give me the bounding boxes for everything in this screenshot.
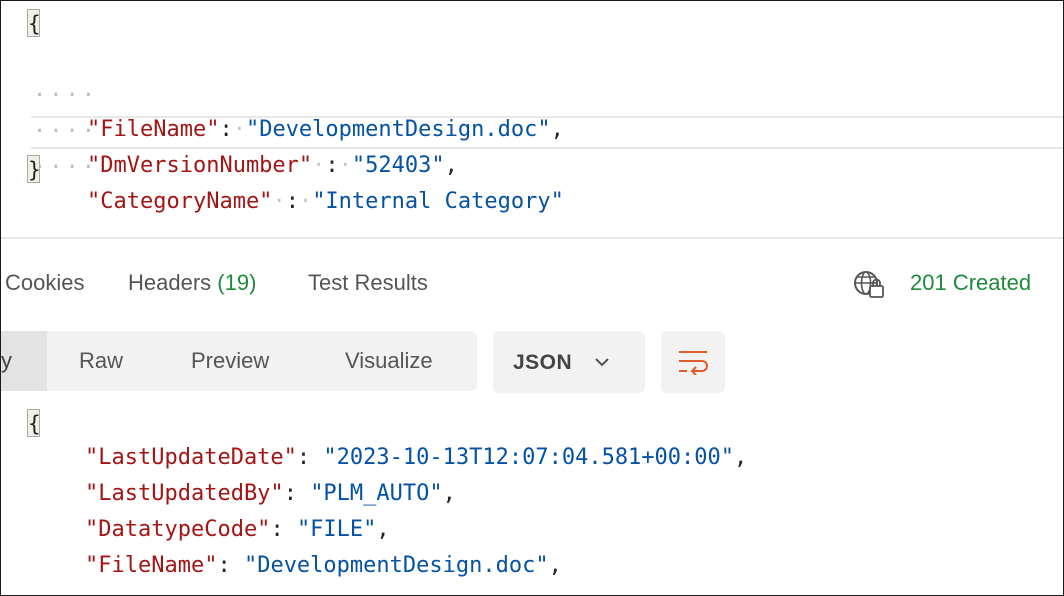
tab-headers-label: Headers (128, 270, 212, 295)
json-key: "LastUpdateDate" (85, 445, 297, 470)
open-brace-marker: { (27, 9, 41, 37)
response-line: "LastUpdateDate": "2023-10-13T12:07:04.5… (85, 445, 748, 470)
json-value: "Internal Category" (312, 189, 564, 214)
json-value: "2023-10-13T12:07:04.581+00:00" (323, 445, 735, 470)
wrap-lines-button[interactable] (661, 331, 725, 393)
globe-lock-icon[interactable] (852, 269, 884, 299)
indent-guide: ···· (33, 155, 98, 180)
view-mode-segmented-control: y Raw Preview Visualize (1, 331, 477, 391)
response-line: "DatatypeCode": "FILE", (85, 517, 390, 542)
view-mode-preview[interactable]: Preview (191, 347, 269, 375)
format-select[interactable]: JSON (493, 331, 645, 393)
json-value: "FILE" (296, 517, 377, 542)
json-key: "CategoryName" (87, 189, 273, 214)
wrap-lines-icon (679, 351, 708, 375)
view-mode-visualize[interactable]: Visualize (345, 347, 433, 375)
response-line: "LastUpdatedBy": "PLM_AUTO", (85, 481, 456, 506)
tab-headers[interactable]: Headers (19) (128, 269, 256, 297)
json-value: "PLM_AUTO" (310, 481, 443, 506)
view-mode-pretty-label: y (1, 348, 12, 373)
format-select-value: JSON (513, 351, 573, 374)
json-value: "DevelopmentDesign.doc" (245, 117, 551, 142)
chevron-down-icon (595, 358, 609, 367)
request-line-filename[interactable]: ···· "FileName":·"DevelopmentDesign.doc"… (1, 45, 564, 142)
json-value: "52403" (351, 153, 445, 178)
view-mode-pretty[interactable]: y (1, 331, 47, 391)
json-key: "FileName" (85, 553, 218, 578)
view-mode-raw[interactable]: Raw (79, 347, 123, 375)
json-key: "DatatypeCode" (85, 517, 271, 542)
request-line-categoryname[interactable]: ···· "CategoryName"·:·"Internal Category… (1, 117, 564, 214)
tab-test-results[interactable]: Test Results (308, 269, 428, 297)
json-key: "FileName" (87, 117, 220, 142)
api-client-window: { ···· "FileName":·"DevelopmentDesign.do… (0, 0, 1064, 596)
request-body-editor[interactable]: { ···· "FileName":·"DevelopmentDesign.do… (1, 1, 1063, 237)
status-code-label[interactable]: 201 Created (910, 269, 1031, 297)
tab-cookies[interactable]: Cookies (5, 269, 84, 297)
json-key: "LastUpdatedBy" (85, 481, 284, 506)
pane-divider[interactable] (1, 237, 1063, 239)
close-brace-marker: } (27, 155, 41, 183)
request-line-dmversion[interactable]: ···· "DmVersionNumber"·:·"52403", (1, 81, 458, 178)
headers-count-badge: (19) (217, 270, 257, 295)
response-open-brace-marker: { (27, 409, 41, 437)
json-value: "DevelopmentDesign.doc" (243, 553, 549, 578)
response-line: "FileName": "DevelopmentDesign.doc", (85, 553, 562, 578)
json-key: "DmVersionNumber" (87, 153, 313, 178)
